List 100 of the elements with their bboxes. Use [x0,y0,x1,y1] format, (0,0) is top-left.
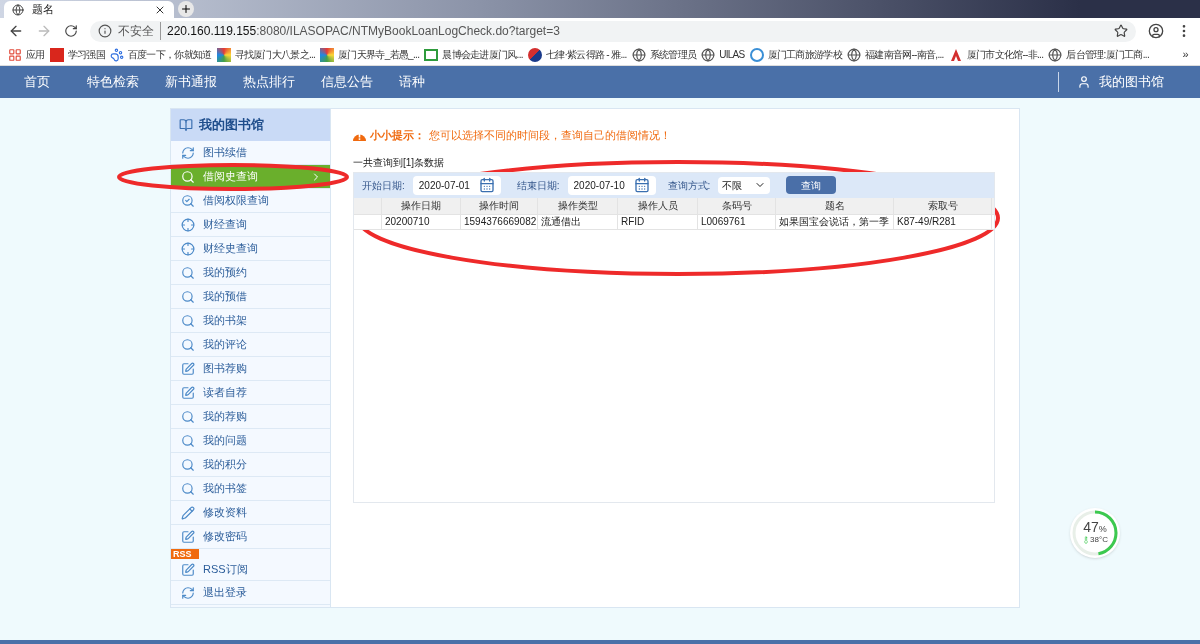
reload-icon[interactable] [64,24,78,38]
column-header: 索取号 [894,197,992,214]
bookmark-item[interactable]: 寻找厦门大八景之... [216,47,316,62]
tip-text: 您可以选择不同的时间段，查询自己的借阅情况！ [429,128,671,143]
round-logo-icon [527,47,542,62]
search-icon [181,337,195,352]
calendar-icon[interactable] [478,177,495,193]
target-icon [181,241,195,256]
sidebar-item[interactable]: 我的书签 [171,477,330,501]
my-library-link[interactable]: 我的图书馆 [1077,72,1200,92]
url-text: 220.160.119.155:8080/ILASOPAC/NTMyBookLoanLogCheck.do?target=3 [167,23,560,40]
bookmark-item[interactable]: 晨博会走进厦门风... [424,47,523,62]
sidebar-item[interactable]: 退出登录 [171,581,330,605]
sidebar-item[interactable]: 读者自荐 [171,381,330,405]
column-header: 操作时间 [461,197,538,214]
end-date-field[interactable]: 2020-07-10 [567,175,656,195]
query-button[interactable]: 查询 [786,176,837,194]
bookmark-item[interactable]: UILAS [701,47,745,62]
browser-tab[interactable]: 题名 [4,1,174,18]
start-date-label: 开始日期: [362,178,405,193]
sidebar-item[interactable]: 我的荐购 [171,405,330,429]
query-mode-select[interactable]: 不限 [718,176,771,194]
globe-icon [631,47,646,62]
search-icon [181,313,195,328]
sidebar-item[interactable]: 修改资料 [171,501,330,525]
gauge-percent: 47% [1083,520,1107,534]
bookmarks-overflow[interactable]: » [1182,46,1188,63]
search-check-icon [181,193,195,208]
flag-icon [49,47,64,62]
peak-logo-icon [948,47,963,62]
nav-link[interactable]: 语种 [386,72,438,92]
sidebar-item[interactable]: 我的评论 [171,333,330,357]
search-icon [181,481,195,496]
sidebar-item[interactable]: 我的书架 [171,309,330,333]
bookmark-item[interactable]: 百度一下，你就知道 [109,47,212,62]
back-icon[interactable] [8,23,24,39]
table-cell: 1594376669082 [461,214,538,229]
badge-logo-icon [749,47,764,62]
edit-icon [181,562,195,577]
result-count: 一共查询到[1]条数据 [353,155,446,170]
search-icon [181,457,195,472]
refresh-icon [181,145,195,160]
bookmark-item[interactable]: 厦门工商旅游学校 [749,47,842,62]
globe-icon [1048,47,1063,62]
sidebar-item[interactable]: 财经史查询 [171,237,330,261]
sidebar-item[interactable]: 我的预约 [171,261,330,285]
rss-badge: RSS [171,549,199,559]
sidebar-item[interactable]: RSS订阅 [171,559,330,581]
column-header: 操作日期 [382,197,461,214]
nav-link[interactable]: 新书通报 [152,72,230,92]
column-header: 条码号 [698,197,776,214]
edit-icon [181,385,195,400]
table-cell: 20200710 [382,214,461,229]
start-date-field[interactable]: 2020-07-01 [412,175,501,195]
nav-link[interactable]: 信息公告 [308,72,386,92]
bookmark-item[interactable]: 七律·紫云得路 - 雅... [527,47,627,62]
refresh-icon [181,585,195,600]
edit-icon [181,361,195,376]
bookmark-star-icon[interactable] [1114,24,1128,38]
sidebar-item[interactable]: 财经查询 [171,213,330,237]
plus-icon [180,3,192,15]
bookmark-item[interactable]: 厦门天界寺_若愚_... [320,47,420,62]
address-bar[interactable]: 不安全 220.160.119.155:8080/ILASOPAC/NTMyBookLoanLogCheck.do?target=3 [90,20,1136,42]
nav-link[interactable]: 首页 [0,72,74,92]
sidebar-item[interactable]: 我的问题 [171,429,330,453]
profile-icon[interactable] [1148,23,1164,39]
bookmark-item[interactable]: 厦门市文化馆--非... [948,47,1044,62]
column-header: 题名 [776,197,894,214]
nav-link[interactable]: 热点排行 [230,72,308,92]
search-icon [181,289,195,304]
bookmark-item[interactable]: 学习强国 [49,47,105,62]
sidebar-item[interactable]: 图书荐购 [171,357,330,381]
security-label: 不安全 [118,22,161,40]
table-cell: L0069761 [698,214,776,229]
gauge-temperature: 38°C [1090,534,1108,546]
edit-icon [181,529,195,544]
sidebar-item[interactable]: 借阅权限查询 [171,189,330,213]
table-cell: 流通借出 [538,214,618,229]
tab-title: 题名 [32,2,55,18]
nav-link[interactable]: 特色检索 [74,72,152,92]
search-icon [181,265,195,280]
pencil-icon [181,505,195,520]
bookmark-item[interactable]: 应用 [8,47,45,62]
globe-icon [846,47,861,62]
query-mode-label: 查询方式: [667,178,711,193]
paw-icon [109,47,124,62]
sidebar-item[interactable]: 我的预借 [171,285,330,309]
colorful-icon [320,47,335,62]
table-cell: RFID [618,214,698,229]
calendar-icon[interactable] [633,177,650,193]
new-tab-button[interactable] [178,1,194,17]
bookmark-item[interactable]: 系统管理员 [631,47,697,62]
book-icon [179,118,193,132]
sidebar-header: 我的图书馆 [171,109,330,141]
user-icon [1077,75,1091,89]
info-icon [98,24,112,38]
search-icon [181,409,195,424]
sidebar-item[interactable]: 我的积分 [171,453,330,477]
bookmark-item[interactable]: 后台管理:厦门工商... [1048,47,1149,62]
bookmark-item[interactable]: 福建南音网--南音,... [846,47,944,62]
